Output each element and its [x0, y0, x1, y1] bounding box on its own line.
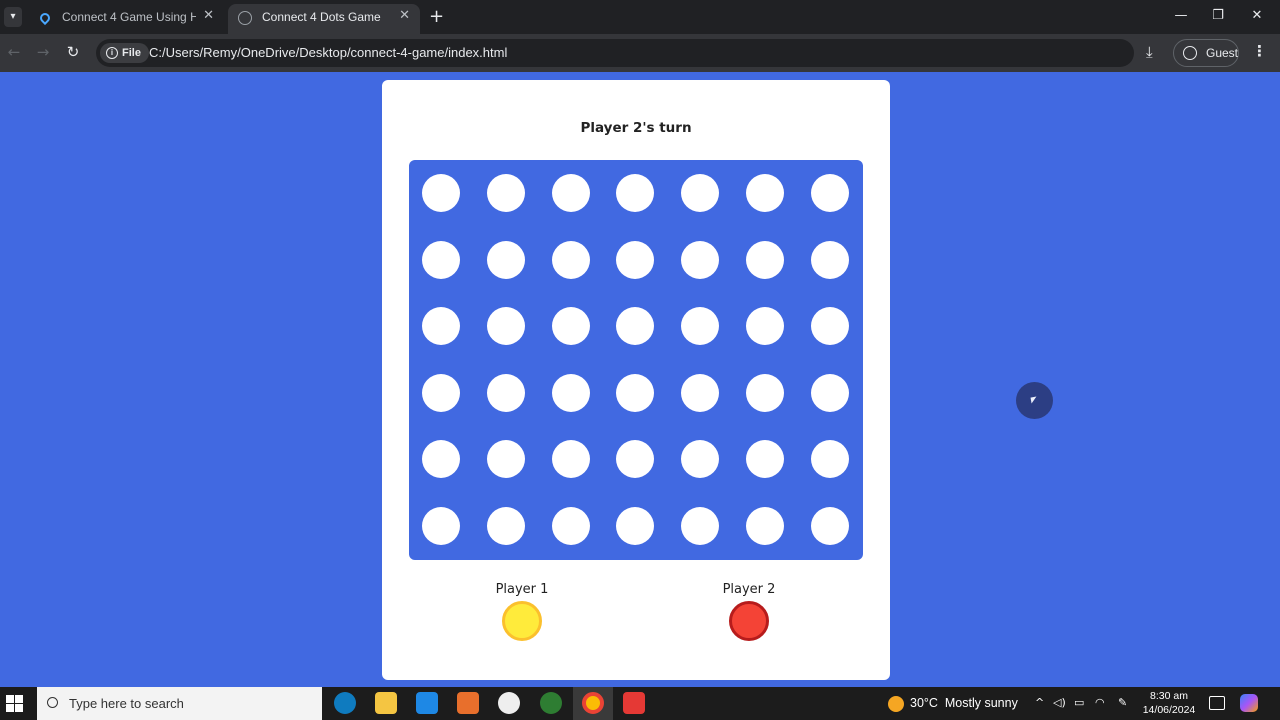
menu-icon[interactable]: ⋮	[1252, 42, 1267, 60]
board-cell[interactable]	[486, 507, 525, 545]
copilot-icon[interactable]	[1240, 694, 1258, 712]
camtasia-icon[interactable]	[623, 692, 645, 714]
board-cell[interactable]	[810, 174, 849, 212]
board-cell[interactable]	[681, 507, 720, 545]
app-icon[interactable]	[498, 692, 520, 714]
board-cell[interactable]	[422, 440, 460, 479]
board-cell[interactable]	[810, 240, 849, 279]
browser-toolbar: ← → ↻ i File C:/Users/Remy/OneDrive/Desk…	[0, 34, 1280, 72]
board-cell[interactable]	[486, 174, 525, 212]
board-cell[interactable]	[551, 440, 590, 479]
board-cell[interactable]	[746, 507, 784, 545]
game-container: Player 2's turn Player 1 Player 2	[382, 80, 890, 680]
pen-icon[interactable]: ✎	[1118, 696, 1127, 709]
board-cell[interactable]	[551, 240, 590, 279]
tab-connect4-tutorial[interactable]: Connect 4 Game Using HTML, C ✕	[28, 4, 224, 34]
taskbar: Type here to search 30°C Mostly sunny ^ …	[0, 687, 1280, 720]
board-cell[interactable]	[616, 174, 655, 212]
volume-icon[interactable]: ◁)	[1053, 696, 1066, 709]
board-cell[interactable]	[551, 373, 590, 412]
board-cell[interactable]	[810, 440, 849, 479]
board-cell[interactable]	[681, 240, 720, 279]
restore-button[interactable]: ❐	[1208, 8, 1228, 23]
wifi-icon[interactable]: ◠	[1095, 696, 1105, 709]
board-cell[interactable]	[616, 307, 655, 346]
cursor-icon	[1030, 396, 1038, 404]
board-cell[interactable]	[810, 373, 849, 412]
board-cell[interactable]	[746, 440, 784, 479]
edge-icon[interactable]	[334, 692, 356, 714]
address-bar[interactable]: i File C:/Users/Remy/OneDrive/Desktop/co…	[96, 39, 1134, 67]
url-text[interactable]: C:/Users/Remy/OneDrive/Desktop/connect-4…	[149, 39, 507, 67]
close-window-button[interactable]: ✕	[1247, 8, 1267, 23]
board-cell[interactable]	[810, 307, 849, 346]
game-board	[409, 160, 863, 560]
tab-search-button[interactable]: ▾	[4, 7, 22, 27]
board-cell[interactable]	[616, 373, 655, 412]
drupal-icon	[37, 10, 53, 26]
board-cell[interactable]	[746, 174, 784, 212]
board-cell[interactable]	[616, 240, 655, 279]
board-cell[interactable]	[486, 440, 525, 479]
player-1-disc	[502, 601, 542, 641]
search-icon	[47, 697, 58, 708]
board-cell[interactable]	[486, 240, 525, 279]
board-cell[interactable]	[616, 440, 655, 479]
profile-button[interactable]: Guest	[1173, 39, 1239, 67]
tab-title: Connect 4 Game Using HTML, C	[62, 10, 196, 24]
download-icon[interactable]: ⤓	[1146, 43, 1153, 61]
tab-title: Connect 4 Dots Game	[262, 10, 381, 24]
chrome-icon[interactable]	[582, 692, 604, 714]
mouse-cursor-highlight	[1016, 382, 1053, 419]
board-cell[interactable]	[422, 307, 460, 346]
board-cell[interactable]	[551, 174, 590, 212]
windows-start-icon[interactable]	[6, 695, 24, 713]
board-cell[interactable]	[486, 307, 525, 346]
new-tab-button[interactable]: +	[429, 6, 444, 27]
player-2-disc	[729, 601, 769, 641]
forward-button[interactable]: →	[34, 43, 52, 61]
board-cell[interactable]	[681, 440, 720, 479]
minimize-button[interactable]: —	[1171, 8, 1191, 23]
system-clock[interactable]: 8:30 am 14/06/2024	[1141, 689, 1197, 717]
board-cell[interactable]	[746, 240, 784, 279]
reload-button[interactable]: ↻	[64, 43, 82, 61]
board-cell[interactable]	[486, 373, 525, 412]
player-1-label: Player 1	[495, 582, 549, 597]
board-cell[interactable]	[746, 307, 784, 346]
board-cell[interactable]	[422, 373, 460, 412]
tab-connect4-game[interactable]: Connect 4 Dots Game ✕	[228, 4, 420, 34]
back-button[interactable]: ←	[5, 43, 23, 61]
close-icon[interactable]: ✕	[399, 8, 410, 23]
file-explorer-icon[interactable]	[375, 692, 397, 714]
board-cell[interactable]	[810, 507, 849, 545]
board-cell[interactable]	[681, 307, 720, 346]
tab-strip: ▾ Connect 4 Game Using HTML, C ✕ Connect…	[0, 0, 1280, 34]
battery-icon[interactable]: ▭	[1074, 696, 1084, 709]
board-cell[interactable]	[551, 507, 590, 545]
chevron-up-icon[interactable]: ^	[1035, 696, 1044, 709]
board-cell[interactable]	[422, 174, 460, 212]
person-icon	[1183, 46, 1197, 60]
xampp-icon[interactable]	[457, 692, 479, 714]
board-cell[interactable]	[422, 240, 460, 279]
chrome-profile-icon[interactable]	[540, 692, 562, 714]
globe-icon	[238, 11, 252, 25]
notification-icon[interactable]	[1209, 696, 1225, 710]
board-cell[interactable]	[551, 307, 590, 346]
vscode-icon[interactable]	[416, 692, 438, 714]
weather-widget[interactable]: 30°C Mostly sunny	[888, 687, 1018, 720]
taskbar-search[interactable]: Type here to search	[37, 687, 322, 720]
turn-status: Player 2's turn	[580, 120, 692, 136]
board-cell[interactable]	[681, 174, 720, 212]
info-icon: i	[106, 47, 118, 59]
board-cell[interactable]	[681, 373, 720, 412]
board-cell[interactable]	[422, 507, 460, 545]
weather-icon	[888, 695, 904, 712]
board-cell[interactable]	[616, 507, 655, 545]
site-info-chip[interactable]: i File	[100, 43, 149, 63]
close-icon[interactable]: ✕	[203, 8, 214, 23]
player-2-label: Player 2	[722, 582, 776, 597]
board-cell[interactable]	[746, 373, 784, 412]
